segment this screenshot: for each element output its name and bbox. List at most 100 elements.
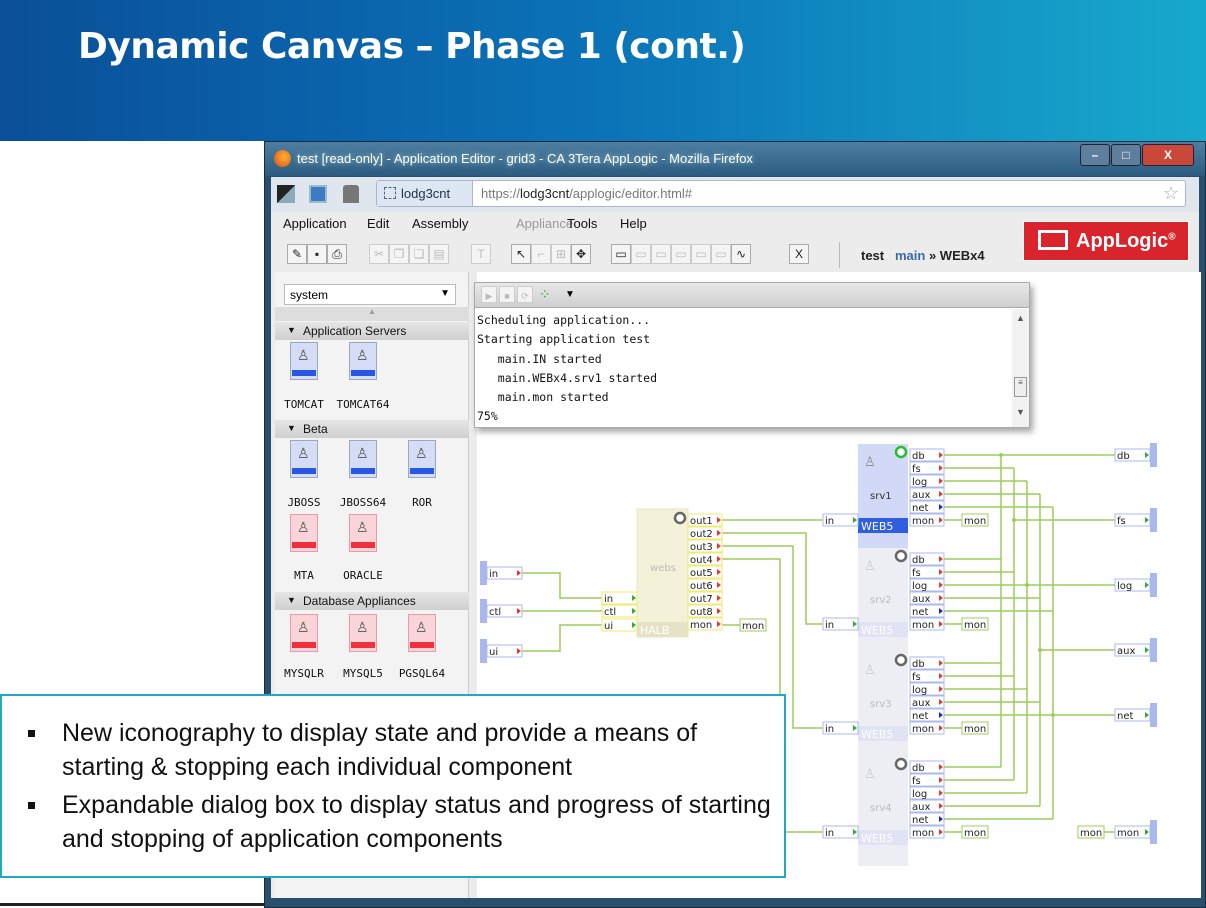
terminal-bar [1150, 638, 1157, 662]
port-label: fs [912, 464, 921, 475]
port-label: mon [964, 828, 986, 839]
port-label: mon [912, 724, 934, 735]
port-label: in [825, 516, 834, 527]
bullet-item: New iconography to display state and pro… [26, 716, 784, 784]
port-label: db [912, 451, 925, 462]
component-class: WEB5 [861, 624, 893, 637]
port-label: aux [912, 802, 930, 813]
port-label: mon [964, 620, 986, 631]
penguin-icon: ♙ [864, 558, 876, 573]
port-label: log [1117, 581, 1132, 592]
component-name: srv2 [870, 595, 892, 606]
terminal-bar [480, 639, 487, 663]
port-label: mon [1117, 828, 1139, 839]
port-label: out2 [690, 529, 713, 540]
port-label: mon [742, 621, 764, 632]
port-label: in [825, 724, 834, 735]
bullet-text: Expandable dialog box to display status … [62, 791, 771, 853]
wire [522, 624, 602, 652]
port-label: fs [912, 776, 921, 787]
stopped-state-icon[interactable] [894, 653, 908, 667]
port-label: ctl [604, 607, 616, 618]
component-class: WEB5 [861, 728, 893, 741]
component-name: webs [650, 563, 676, 574]
port-label: db [912, 555, 925, 566]
port-label: out7 [690, 594, 713, 605]
port-label: ui [604, 621, 613, 632]
terminal-bar [1150, 820, 1157, 844]
port-label: in [604, 594, 613, 605]
port-label: aux [912, 698, 930, 709]
log-line: Starting application test [477, 332, 651, 347]
port-label: net [912, 503, 928, 514]
port-label: net [912, 815, 928, 826]
port-label: mon [912, 828, 934, 839]
port-label: out5 [690, 568, 713, 579]
port-label: in [489, 569, 498, 580]
port-label: out6 [690, 581, 713, 592]
wire-junction [1051, 713, 1055, 717]
component-name: srv3 [870, 699, 892, 710]
restart-icon[interactable]: ⟳ [517, 286, 533, 303]
penguin-icon: ♙ [864, 766, 876, 781]
log-scrollbar[interactable]: ▲ ≡ ▼ [1012, 309, 1029, 427]
terminal-bar [1150, 573, 1157, 597]
play-state-icon[interactable] [894, 445, 908, 459]
start-icon[interactable]: ▶ [481, 286, 497, 303]
port-label: mon [1080, 828, 1102, 839]
port-label: mon [912, 620, 934, 631]
port-label: db [912, 763, 925, 774]
port-label: aux [912, 490, 930, 501]
component-class: WEB5 [861, 832, 893, 845]
port-label: log [912, 685, 927, 696]
port-label: out8 [690, 607, 713, 618]
log-line: main.WEBx4.srv1 started [477, 370, 658, 385]
expand-dropdown-icon[interactable]: ▼ [565, 289, 575, 300]
terminal-bar [1150, 443, 1157, 467]
port-label: net [1117, 711, 1133, 722]
port-label: log [912, 477, 927, 488]
bullet-icon [28, 730, 35, 737]
port-label: aux [1117, 646, 1135, 657]
status-dialog: ▶ ■ ⟳ ⁘ ▼ Scheduling application... Start… [474, 282, 1030, 428]
port-label: ctl [489, 607, 501, 618]
bullet-text: New iconography to display state and pro… [62, 719, 698, 781]
stop-icon[interactable]: ■ [499, 286, 515, 303]
port-label: mon [690, 620, 712, 631]
port-label: in [825, 828, 834, 839]
port-label: net [912, 711, 928, 722]
stopped-state-icon[interactable] [894, 757, 908, 771]
port-label: mon [964, 724, 986, 735]
port-label: in [825, 620, 834, 631]
port-label: log [912, 789, 927, 800]
port-label: log [912, 581, 927, 592]
port-label: fs [1117, 516, 1126, 527]
pause-state-icon[interactable] [673, 511, 687, 525]
wire-junction [1012, 518, 1016, 522]
wire-junction [1025, 583, 1029, 587]
penguin-icon: ♙ [864, 662, 876, 677]
log-line: Scheduling application... [477, 313, 651, 327]
bullet-icon [28, 802, 35, 809]
wire [522, 572, 602, 599]
port-label: out1 [690, 516, 713, 527]
component-class: WEB5 [861, 520, 893, 533]
port-label: ui [489, 647, 498, 658]
penguin-icon: ♙ [864, 454, 876, 469]
port-label: db [1117, 451, 1130, 462]
stopped-state-icon[interactable] [894, 549, 908, 563]
terminal-bar [480, 599, 487, 623]
status-toolbar: ▶ ■ ⟳ ⁘ ▼ [475, 283, 1029, 308]
port-label: fs [912, 672, 921, 683]
port-label: db [912, 659, 925, 670]
terminal-bar [1150, 508, 1157, 532]
log-line: 75% [477, 409, 498, 424]
port-label: aux [912, 594, 930, 605]
port-label: mon [964, 516, 986, 527]
component-class: HALB [640, 624, 669, 637]
wire-junction [999, 453, 1003, 457]
port-label: net [912, 607, 928, 618]
terminal-bar [480, 561, 487, 585]
port-label: fs [912, 568, 921, 579]
wire-junction [1038, 648, 1042, 652]
